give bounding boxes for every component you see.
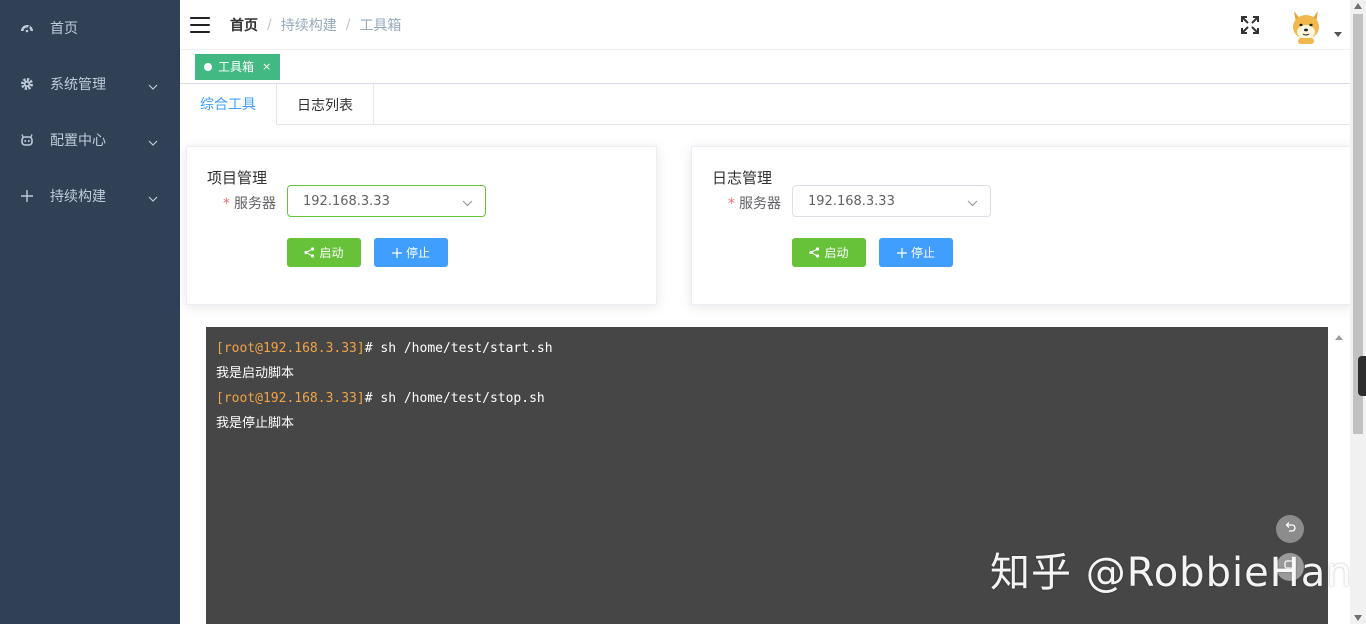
dashboard-icon — [20, 21, 34, 35]
tag-label: 工具箱 — [218, 60, 255, 74]
fullscreen-icon[interactable] — [1240, 15, 1260, 35]
hamburger-icon[interactable] — [190, 16, 210, 33]
stop-button[interactable]: 停止 — [374, 238, 448, 267]
chevron-down-icon — [148, 78, 158, 94]
sidebar-item-label: 持续构建 — [50, 189, 106, 205]
sidebar-item-config[interactable]: 配置中心 — [0, 112, 180, 168]
breadcrumb-item-home[interactable]: 首页 — [230, 15, 258, 35]
close-icon[interactable]: × — [262, 60, 271, 73]
server-select-value: 192.168.3.33 — [808, 193, 895, 209]
stop-button[interactable]: 停止 — [879, 238, 953, 267]
start-button[interactable]: 启动 — [287, 238, 361, 267]
server-select-value: 192.168.3.33 — [303, 193, 390, 209]
breadcrumb-separator: / — [267, 16, 272, 33]
page-scrollbar[interactable] — [1350, 0, 1366, 624]
chevron-down-icon — [462, 196, 473, 211]
plus-icon — [20, 189, 34, 203]
sidebar-item-home[interactable]: 首页 — [0, 0, 180, 56]
share-icon — [809, 247, 820, 258]
breadcrumb-separator: / — [345, 16, 351, 33]
tabs: 综合工具 日志列表 — [180, 84, 1350, 125]
breadcrumb-item-toolbox: 工具箱 — [359, 17, 402, 34]
server-select[interactable]: 192.168.3.33 — [287, 185, 486, 217]
chevron-down-icon — [967, 196, 978, 211]
navbar-right — [1240, 0, 1350, 50]
gear-icon — [20, 77, 34, 91]
terminal-line: [root@192.168.3.33]# sh /home/test/stop.… — [216, 391, 545, 406]
avatar[interactable] — [1286, 5, 1326, 45]
server-select[interactable]: 192.168.3.33 — [792, 185, 991, 217]
sidebar-item-build[interactable]: 持续构建 — [0, 168, 180, 224]
tab-general-tools[interactable]: 综合工具 — [180, 84, 277, 125]
undo-icon — [1284, 521, 1296, 537]
tags-view: 工具箱 × — [180, 50, 1350, 84]
navbar: 首页 / 持续构建 / 工具箱 — [180, 0, 1350, 50]
log-management-card: 日志管理 * 服务器 192.168.3.33 启动 停止 — [691, 146, 1353, 305]
chevron-down-icon — [148, 190, 158, 206]
sidebar-item-label: 首页 — [50, 21, 78, 37]
sidebar: 首页 系统管理 配置中心 持续构建 — [0, 0, 180, 624]
undo-button[interactable] — [1276, 515, 1304, 543]
watermark: 知乎 @RobbieHan — [990, 550, 1353, 596]
plus-icon — [391, 247, 402, 258]
project-management-card: 项目管理 * 服务器 192.168.3.33 启动 停止 — [186, 146, 657, 305]
side-drawer-handle[interactable] — [1358, 356, 1366, 396]
sidebar-item-label: 系统管理 — [50, 77, 106, 93]
terminal-line: [root@192.168.3.33]# sh /home/test/start… — [216, 341, 553, 356]
tab-log-list[interactable]: 日志列表 — [277, 84, 374, 125]
terminal-line: 我是停止脚本 — [216, 416, 295, 431]
main-area: 首页 / 持续构建 / 工具箱 工具箱 × 综合工具 日志列表 项目管理 * 服… — [180, 0, 1353, 624]
dropdown-caret-icon[interactable] — [1334, 31, 1342, 37]
server-label: * 服务器 — [223, 196, 276, 212]
breadcrumb: 首页 / 持续构建 / 工具箱 — [230, 15, 401, 35]
card-title: 日志管理 — [712, 169, 773, 187]
sidebar-item-system[interactable]: 系统管理 — [0, 56, 180, 112]
sidebar-item-label: 配置中心 — [50, 133, 106, 149]
tag-toolbox[interactable]: 工具箱 × — [195, 53, 281, 80]
card-title: 项目管理 — [207, 169, 268, 187]
share-icon — [304, 247, 315, 258]
breadcrumb-item-build: 持续构建 — [280, 17, 337, 34]
chevron-down-icon — [148, 134, 158, 150]
plus-icon — [896, 247, 907, 258]
server-label: * 服务器 — [728, 196, 781, 212]
active-dot-icon — [204, 62, 212, 71]
bug-icon — [20, 133, 34, 147]
start-button[interactable]: 启动 — [792, 238, 866, 267]
terminal-line: 我是启动脚本 — [216, 366, 295, 381]
